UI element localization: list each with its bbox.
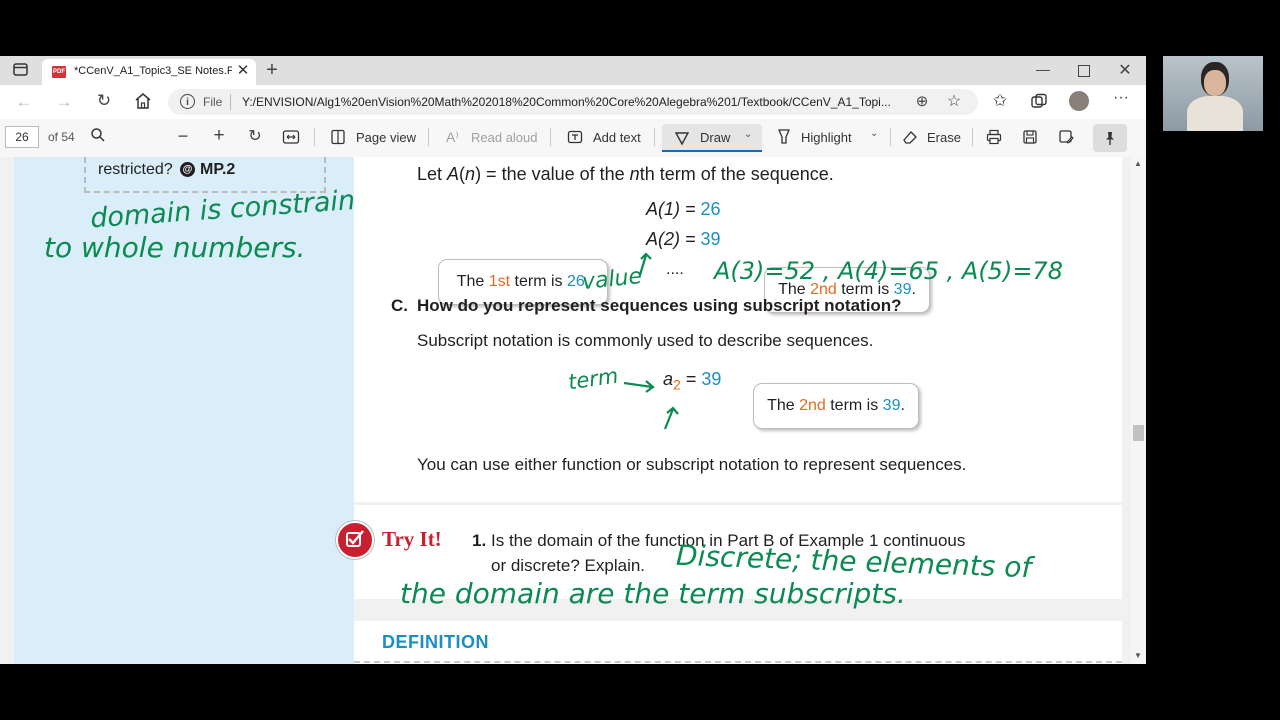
home-icon[interactable]	[134, 92, 154, 112]
favorites-icon[interactable]: ✩	[990, 91, 1010, 111]
browser-window: PDF *CCenV_A1_Topic3_SE Notes.PDF ✕ + — …	[0, 56, 1146, 664]
file-label: File	[203, 95, 223, 109]
chevron-down-icon[interactable]: ⌄	[744, 129, 752, 140]
webcam-overlay	[1163, 56, 1263, 131]
toolbar-divider	[654, 128, 655, 146]
subscript-equation: a2 = 39	[663, 369, 722, 393]
mp-label: MP.2	[200, 161, 236, 178]
forward-icon[interactable]: →	[54, 92, 74, 112]
avatar[interactable]	[1069, 91, 1089, 111]
pdf-viewport: restricted? @ MP.2 domain is constrained…	[0, 157, 1131, 664]
webcam-face	[1204, 70, 1226, 96]
url-field[interactable]: i File Y:/ENVISION/Alg1%20enVision%20Mat…	[168, 89, 978, 115]
page-number-input[interactable]: 26	[5, 126, 39, 148]
tab-bar: PDF *CCenV_A1_Topic3_SE Notes.PDF ✕ + — …	[0, 56, 1146, 85]
vertical-scrollbar[interactable]: ▲ ▼	[1131, 157, 1146, 664]
zoom-icon[interactable]: ⊕	[912, 92, 932, 112]
collections-icon[interactable]	[1030, 93, 1048, 111]
back-icon[interactable]: ←	[14, 92, 34, 112]
eraser-icon[interactable]	[902, 129, 918, 145]
pin-toolbar-button[interactable]	[1093, 124, 1127, 152]
equation-a1: A(1) = 26	[646, 199, 721, 219]
scroll-up-icon[interactable]: ▲	[1134, 159, 1142, 168]
draw-pen-icon	[674, 130, 690, 146]
tab-actions-icon[interactable]	[12, 62, 30, 78]
ink-annotation-whole-numbers: to whole numbers.	[44, 231, 306, 264]
zoom-out-icon[interactable]: −	[174, 126, 192, 146]
highlight-icon[interactable]	[776, 128, 792, 146]
search-icon[interactable]	[90, 127, 106, 145]
add-text-button[interactable]: Add text	[593, 130, 641, 145]
mp-icon: @	[180, 162, 195, 177]
info-icon[interactable]: i	[180, 94, 195, 109]
ink-annotation-term: term	[566, 363, 620, 395]
rotate-icon[interactable]: ↻	[246, 126, 264, 146]
tab-close-icon[interactable]: ✕	[235, 62, 251, 80]
add-text-icon[interactable]	[567, 129, 583, 145]
ellipsis: ....	[666, 261, 684, 278]
restricted-text: restricted?	[98, 161, 173, 178]
conclusion-text: You can use either function or subscript…	[417, 455, 967, 474]
section-c-question: How do you represent sequences using sub…	[417, 296, 902, 315]
window-close-icon[interactable]: ✕	[1116, 60, 1134, 80]
section-c-letter: C.	[391, 296, 408, 315]
toolbar-divider	[972, 128, 973, 146]
page-view-button[interactable]: Page view	[356, 130, 416, 145]
save-icon[interactable]	[1022, 129, 1038, 145]
toolbar-divider	[550, 128, 551, 146]
url-divider	[230, 94, 231, 110]
let-statement: Let A(n) = the value of the nth term of …	[417, 164, 834, 184]
question-line-2: or discrete? Explain.	[491, 556, 646, 575]
tab-active[interactable]: PDF *CCenV_A1_Topic3_SE Notes.PDF ✕	[42, 59, 256, 85]
ink-answer-line-2: the domain are the term subscripts.	[400, 577, 906, 610]
new-tab-icon[interactable]: +	[262, 59, 282, 81]
pdf-toolbar: 26 of 54 − + ↻ Page view A⁾ Read aloud A…	[0, 119, 1146, 158]
pdf-page: Let A(n) = the value of the nth term of …	[354, 157, 1122, 502]
zoom-in-icon[interactable]: +	[210, 125, 228, 146]
try-it-section: Try It! 1. Is the domain of the function…	[336, 505, 1122, 610]
restore-icon[interactable]	[1078, 65, 1090, 77]
subscript-intro: Subscript notation is commonly used to d…	[417, 331, 874, 350]
read-aloud-button[interactable]: Read aloud	[471, 130, 538, 145]
print-icon[interactable]	[986, 129, 1002, 145]
try-it-label: Try It!	[382, 527, 442, 551]
highlight-button[interactable]: Highlight	[801, 130, 852, 145]
ink-annotation-sequence: A(3)=52 , A(4)=65 , A(5)=78	[714, 257, 1063, 285]
erase-button[interactable]: Erase	[927, 130, 961, 145]
ink-arrow-icon	[638, 252, 652, 276]
chevron-down-icon[interactable]: ⌄	[870, 128, 878, 139]
draw-button[interactable]: Draw ⌄	[662, 124, 762, 152]
pin-icon	[1102, 130, 1118, 146]
favorite-add-icon[interactable]: ☆	[944, 91, 964, 111]
callout-subscript-term: The 2nd term is 39.	[753, 383, 919, 429]
equation-a2: A(2) = 39	[646, 229, 721, 249]
tab-title: *CCenV_A1_Topic3_SE Notes.PDF	[74, 65, 232, 77]
url-text[interactable]: Y:/ENVISION/Alg1%20enVision%20Math%20201…	[242, 95, 902, 109]
draw-label: Draw	[700, 130, 731, 145]
scroll-down-icon[interactable]: ▼	[1134, 651, 1142, 660]
draw-active-indicator	[662, 150, 762, 152]
refresh-icon[interactable]: ↻	[94, 91, 114, 111]
ink-arrow-icon	[623, 380, 655, 393]
more-icon[interactable]: ···	[1110, 89, 1132, 109]
pdf-icon: PDF	[52, 66, 66, 78]
address-bar: ← → ↻ i File Y:/ENVISION/Alg1%20enVision…	[0, 85, 1146, 120]
question-number: 1.	[472, 531, 487, 550]
definition-section: DEFINITION	[354, 621, 1122, 664]
ink-arrow-icon	[663, 406, 679, 430]
fit-width-icon[interactable]	[282, 129, 300, 145]
page-total: of 54	[48, 130, 75, 144]
toolbar-divider	[428, 128, 429, 146]
page-view-icon[interactable]	[330, 129, 346, 145]
read-aloud-icon: A⁾	[446, 129, 459, 145]
webcam-shirt	[1187, 96, 1243, 131]
toolbar-divider	[314, 128, 315, 146]
checkbox-icon	[336, 521, 374, 559]
definition-border	[354, 661, 1122, 663]
definition-heading: DEFINITION	[382, 632, 489, 652]
minimize-icon[interactable]: —	[1034, 61, 1052, 79]
scrollbar-thumb[interactable]	[1133, 425, 1144, 441]
save-as-icon[interactable]	[1058, 129, 1074, 145]
toolbar-divider	[890, 128, 891, 146]
